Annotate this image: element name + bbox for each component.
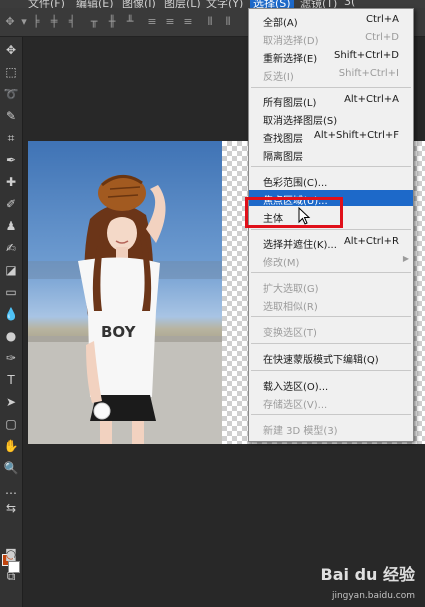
- menu-item-inverse[interactable]: 反选(I) Shift+Ctrl+I: [249, 66, 413, 83]
- menu-item-find-layers[interactable]: 查找图层 Alt+Shift+Ctrl+F: [249, 128, 413, 145]
- type-icon[interactable]: T: [2, 371, 20, 389]
- menu-item-modify[interactable]: 修改(M) ▶: [249, 252, 413, 269]
- menu-item-new-3d-model[interactable]: 新建 3D 模型(3): [249, 420, 413, 437]
- menu-edit[interactable]: 编辑(E): [76, 0, 114, 8]
- menu-separator: [251, 87, 411, 88]
- menu-item-color-range[interactable]: 色彩范围(C)...: [249, 172, 413, 189]
- dodge-icon[interactable]: ●: [2, 327, 20, 345]
- hand-icon[interactable]: ✋: [2, 437, 20, 455]
- menu-bar: 文件(F) 编辑(E) 图像(I) 图层(L) 文字(Y) 选择(S) 滤镜(T…: [0, 0, 425, 8]
- align-bottom-icon[interactable]: ╨: [124, 15, 136, 28]
- pen-icon[interactable]: ✑: [2, 349, 20, 367]
- menu-item-deselect-layers[interactable]: 取消选择图层(S): [249, 110, 413, 127]
- menu-item-grow[interactable]: 扩大选取(G): [249, 278, 413, 295]
- menu-item-load-selection[interactable]: 载入选区(O)...: [249, 376, 413, 393]
- eyedropper-icon[interactable]: ✒: [2, 151, 20, 169]
- more-tools-icon[interactable]: …: [2, 481, 20, 499]
- menu-item-quick-mask[interactable]: 在快速蒙版模式下编辑(Q): [249, 349, 413, 366]
- align-right-icon[interactable]: ╡: [66, 15, 78, 28]
- menu-separator: [251, 316, 411, 317]
- distribute-bottom-icon[interactable]: ≡: [182, 15, 194, 28]
- dropdown-icon[interactable]: ▾: [18, 15, 30, 28]
- align-top-icon[interactable]: ╥: [88, 15, 100, 28]
- align-center-icon[interactable]: ╪: [48, 15, 60, 28]
- menu-item-deselect[interactable]: 取消选择(D) Ctrl+D: [249, 30, 413, 47]
- menu-item-transform-selection[interactable]: 变换选区(T): [249, 322, 413, 339]
- swap-colors-icon[interactable]: ⇆: [2, 499, 20, 517]
- menu-item-reselect[interactable]: 重新选择(E) Shift+Ctrl+D: [249, 48, 413, 65]
- quick-select-icon[interactable]: ✎: [2, 107, 20, 125]
- menu-item-select-all[interactable]: 全部(A) Ctrl+A: [249, 12, 413, 29]
- watermark-url: jingyan.baidu.com: [331, 591, 415, 601]
- move-tool-icon[interactable]: ✥: [4, 15, 16, 28]
- menu-item-similar[interactable]: 选取相似(R): [249, 296, 413, 313]
- align-left-icon[interactable]: ╞: [30, 15, 42, 28]
- healing-brush-icon[interactable]: ✚: [2, 173, 20, 191]
- rectangle-icon[interactable]: ▢: [2, 415, 20, 433]
- quick-mask-icon[interactable]: ◙: [2, 545, 20, 563]
- screen-mode-icon[interactable]: ⧉: [2, 567, 20, 585]
- distribute-middle-icon[interactable]: ≡: [164, 15, 176, 28]
- distribute-top-icon[interactable]: ≡: [146, 15, 158, 28]
- menu-item-save-selection[interactable]: 存储选区(V)...: [249, 394, 413, 411]
- blur-icon[interactable]: 💧: [2, 305, 20, 323]
- align-middle-icon[interactable]: ╫: [106, 15, 118, 28]
- menu-select[interactable]: 选择(S): [250, 0, 294, 8]
- menu-item-select-and-mask[interactable]: 选择并遮住(K)... Alt+Ctrl+R: [249, 234, 413, 251]
- submenu-arrow-icon: ▶: [402, 254, 409, 263]
- menu-item-all-layers[interactable]: 所有图层(L) Alt+Ctrl+A: [249, 92, 413, 109]
- menu-file[interactable]: 文件(F): [28, 0, 65, 8]
- menu-separator: [251, 272, 411, 273]
- distribute-left-icon[interactable]: ⦀: [204, 15, 216, 28]
- menu-separator: [251, 229, 411, 230]
- watermark-logo: Bai du 经验: [320, 565, 415, 584]
- menu-filter[interactable]: 滤镜(T): [300, 0, 337, 8]
- brush-icon[interactable]: ✐: [2, 195, 20, 213]
- menu-image[interactable]: 图像(I): [122, 0, 156, 8]
- menu-layer[interactable]: 图层(L): [164, 0, 201, 8]
- annotation-highlight-box: [245, 197, 343, 228]
- menu-separator: [251, 343, 411, 344]
- canvas-photo[interactable]: BOY: [28, 141, 222, 444]
- menu-separator: [251, 166, 411, 167]
- lasso-icon[interactable]: ➰: [2, 85, 20, 103]
- marquee-icon[interactable]: ⬚: [2, 63, 20, 81]
- clone-stamp-icon[interactable]: ♟: [2, 217, 20, 235]
- distribute-center-icon[interactable]: ⦀: [222, 15, 234, 28]
- eraser-icon[interactable]: ◪: [2, 261, 20, 279]
- menu-3d[interactable]: 3(: [344, 0, 355, 8]
- gradient-icon[interactable]: ▭: [2, 283, 20, 301]
- crop-icon[interactable]: ⌗: [2, 129, 20, 147]
- menu-separator: [251, 370, 411, 371]
- menu-separator: [251, 414, 411, 415]
- menu-item-isolate-layers[interactable]: 隔离图层: [249, 146, 413, 163]
- menu-type[interactable]: 文字(Y): [206, 0, 243, 8]
- history-brush-icon[interactable]: ✍: [2, 239, 20, 257]
- zoom-icon[interactable]: 🔍: [2, 459, 20, 477]
- move-icon[interactable]: ✥: [2, 41, 20, 59]
- photo-illustration: BOY: [28, 175, 222, 444]
- path-select-icon[interactable]: ➤: [2, 393, 20, 411]
- shirt-print-text: BOY: [101, 323, 137, 341]
- mouse-cursor-icon: [298, 207, 311, 225]
- tools-panel: ✥ ⬚ ➰ ✎ ⌗ ✒ ✚ ✐ ♟ ✍ ◪ ▭ 💧 ● ✑ T ➤ ▢ ✋ 🔍 …: [0, 37, 23, 607]
